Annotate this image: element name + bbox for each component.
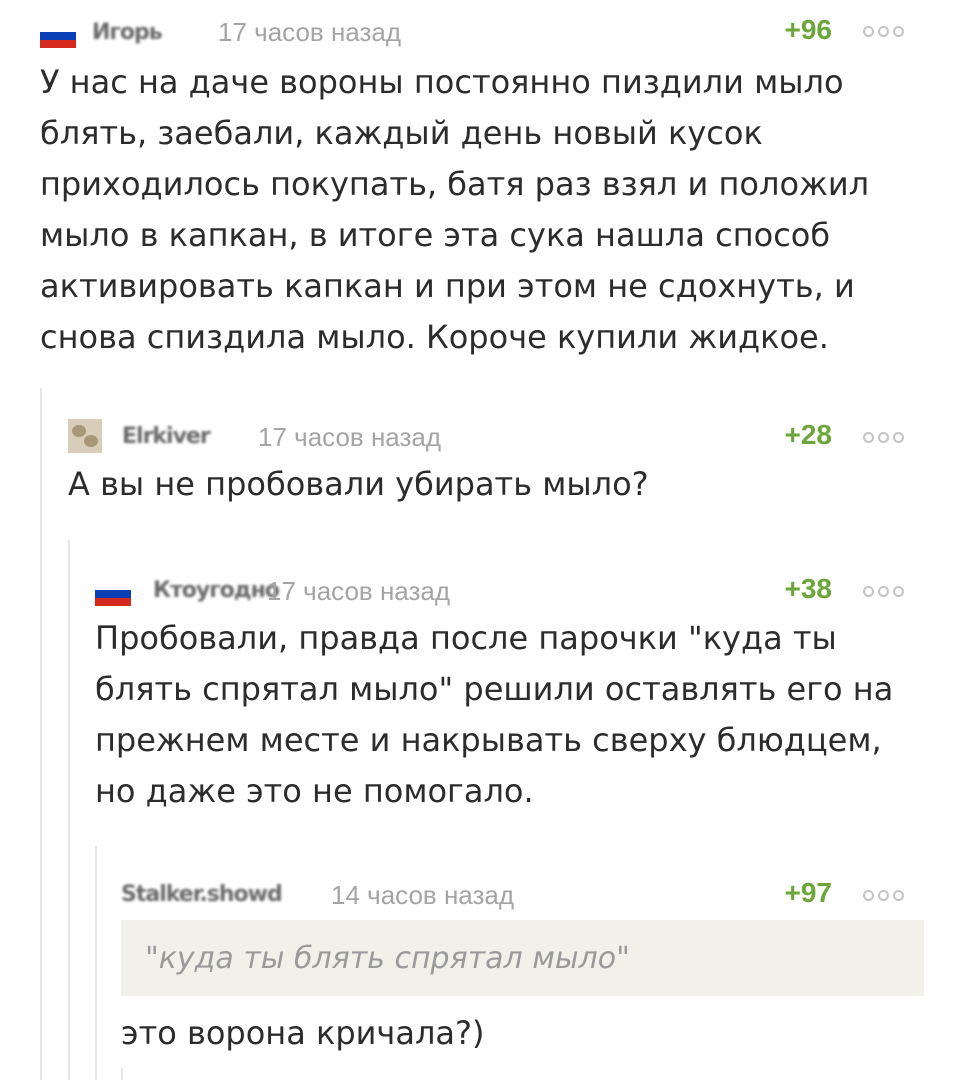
comment: Ктоугодно 17 часов назад +38 Пробовали, … bbox=[95, 570, 904, 817]
user-avatar-icon[interactable] bbox=[68, 419, 102, 453]
russia-flag-icon bbox=[40, 24, 76, 48]
comment-text: Пробовали, правда после парочки "куда ты… bbox=[95, 619, 894, 810]
comment-rating: +96 bbox=[784, 14, 833, 45]
comment-time[interactable]: 17 часов назад bbox=[218, 17, 401, 48]
more-options-icon[interactable] bbox=[863, 26, 904, 37]
thread-line-level-1 bbox=[40, 388, 42, 1080]
comment-rating: +28 bbox=[784, 419, 833, 450]
thread-line-level-4 bbox=[121, 1068, 123, 1080]
comment-header: Ктоугодно 17 часов назад +38 bbox=[95, 570, 904, 610]
comment-time[interactable]: 17 часов назад bbox=[258, 422, 441, 453]
more-options-icon[interactable] bbox=[863, 890, 904, 901]
author-nick[interactable]: Ктоугодно bbox=[153, 578, 280, 603]
russia-flag-icon bbox=[95, 582, 131, 606]
author-nick[interactable]: Stalker.showd bbox=[121, 882, 283, 907]
comment-time[interactable]: 17 часов назад bbox=[267, 576, 450, 607]
quote-block: "куда ты блять спрятал мыло" bbox=[121, 920, 924, 996]
author-nick[interactable]: Игорь bbox=[92, 20, 163, 45]
comment-text: это ворона кричала?) bbox=[121, 1014, 485, 1052]
comment-rating: +38 bbox=[784, 573, 833, 604]
comment-header: Игорь 17 часов назад +96 bbox=[40, 12, 904, 52]
comment: Elrkiver 17 часов назад +28 А вы не проб… bbox=[68, 416, 904, 510]
comment-text: А вы не пробовали убирать мыло? bbox=[68, 465, 649, 503]
quote-text: "куда ты блять спрятал мыло" bbox=[145, 940, 630, 976]
comment: Stalker.showd 14 часов назад +97 "куда т… bbox=[121, 874, 924, 1059]
comment-time[interactable]: 14 часов назад bbox=[331, 880, 514, 911]
thread-line-level-2 bbox=[68, 540, 70, 1080]
comment-text: У нас на даче вороны постоянно пиздили м… bbox=[40, 63, 870, 356]
comment: Игорь 17 часов назад +96 У нас на даче в… bbox=[40, 12, 904, 363]
comment-header: Elrkiver 17 часов назад +28 bbox=[68, 416, 904, 456]
more-options-icon[interactable] bbox=[863, 432, 904, 443]
comment-header: Stalker.showd 14 часов назад +97 bbox=[121, 874, 924, 914]
more-options-icon[interactable] bbox=[863, 586, 904, 597]
author-nick[interactable]: Elrkiver bbox=[122, 424, 211, 449]
thread-line-level-3 bbox=[95, 846, 97, 1080]
comment-rating: +97 bbox=[784, 877, 833, 908]
